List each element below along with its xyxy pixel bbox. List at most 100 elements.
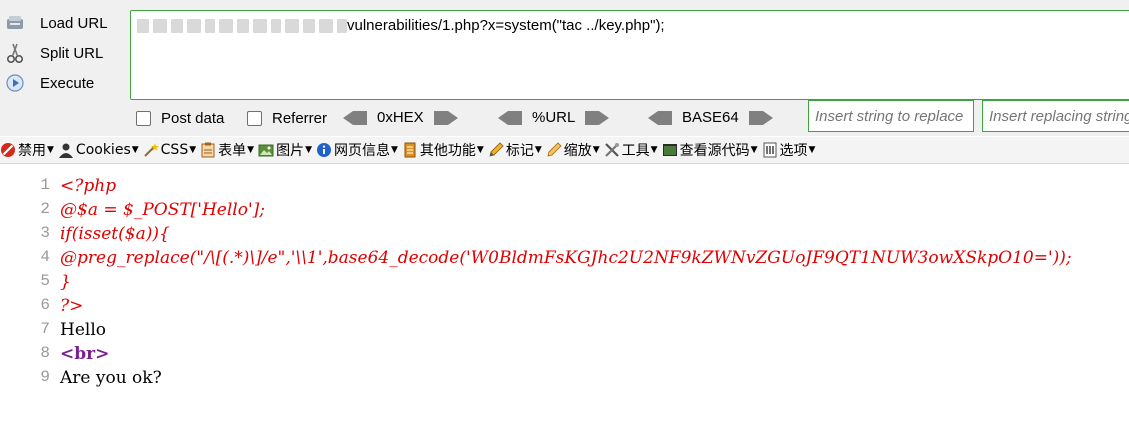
line-number: 9	[40, 368, 50, 386]
line-number: 2	[40, 200, 50, 218]
base64-label: BASE64	[682, 109, 739, 126]
split-url-label: Split URL	[40, 44, 104, 62]
toolbar-view-source[interactable]: 查看源代码 ▼	[662, 140, 758, 160]
toolbar-label: Cookies	[75, 142, 131, 158]
resize-pencil-icon	[546, 142, 562, 158]
options-icon	[762, 142, 778, 158]
toolbar-page-info[interactable]: 网页信息 ▼	[316, 140, 398, 160]
toolbar-tools[interactable]: 工具 ▼	[604, 140, 658, 160]
replace-find-input[interactable]	[808, 100, 974, 132]
dropdown-arrow-icon: ▼	[131, 145, 139, 155]
dropdown-arrow-icon: ▼	[305, 145, 312, 155]
dropdown-arrow-icon: ▼	[592, 145, 600, 155]
wand-icon	[143, 142, 159, 158]
code-text: if(isset($a)){	[60, 224, 170, 244]
toolbar-label: 网页信息	[333, 143, 390, 159]
blurred-host	[137, 19, 347, 35]
toolbar-label: 工具	[621, 143, 650, 159]
toolbar-label: 缩放	[563, 143, 592, 159]
line-number: 3	[40, 224, 50, 242]
line-number: 1	[40, 176, 50, 194]
user-icon	[58, 142, 74, 158]
execute-button[interactable]: Execute	[4, 70, 94, 96]
toolbar-label: 禁用	[18, 143, 46, 159]
code-text: Hello	[60, 320, 106, 340]
toolbar-label: 标记	[505, 143, 534, 159]
post-data-label: Post data	[161, 110, 225, 127]
toolbar-label: 查看源代码	[679, 143, 750, 159]
code-text: <?php	[60, 176, 117, 196]
hex-label: 0xHEX	[377, 109, 424, 126]
toolbar-label: 选项	[779, 143, 808, 159]
load-url-button[interactable]: Load URL	[4, 10, 108, 36]
arrow-left-icon[interactable]	[343, 110, 367, 126]
disable-icon	[0, 142, 16, 158]
play-icon	[4, 72, 26, 94]
misc-icon	[402, 142, 418, 158]
code-text: Are you ok?	[60, 368, 162, 388]
scissors-icon	[4, 42, 26, 64]
split-url-button[interactable]: Split URL	[4, 40, 103, 66]
url-encoder: %URL	[498, 109, 610, 126]
pencil-icon	[488, 142, 504, 158]
toolbar-images[interactable]: 图片 ▼	[258, 140, 312, 160]
toolbar-label: CSS	[160, 142, 189, 158]
image-icon	[258, 142, 274, 158]
code-text: @$a = $_POST['Hello'];	[60, 200, 266, 220]
source-icon	[662, 142, 678, 158]
toolbar-outline[interactable]: 标记 ▼	[488, 140, 542, 160]
dropdown-arrow-icon: ▼	[390, 145, 398, 155]
dropdown-arrow-icon: ▼	[808, 145, 816, 155]
info-icon	[316, 142, 332, 158]
toolbar-options[interactable]: 选项 ▼	[762, 140, 816, 160]
dropdown-arrow-icon: ▼	[247, 145, 255, 155]
load-url-label: Load URL	[40, 14, 108, 32]
arrow-right-icon[interactable]	[748, 110, 773, 126]
referrer-checkbox[interactable]: Referrer	[247, 110, 327, 127]
code-text: ?>	[60, 296, 84, 316]
url-textarea[interactable]: vulnerabilities/1.php?x=system("tac ../k…	[130, 10, 1129, 100]
toolbar-resize[interactable]: 缩放 ▼	[546, 140, 600, 160]
line-number: 8	[40, 344, 50, 362]
arrow-left-icon[interactable]	[498, 110, 522, 126]
toolbar-disable[interactable]: 禁用 ▼	[0, 140, 54, 160]
code-text: }	[60, 272, 71, 292]
arrow-right-icon[interactable]	[433, 110, 458, 126]
toolbar-cookies[interactable]: Cookies ▼	[58, 142, 139, 158]
arrow-right-icon[interactable]	[585, 110, 610, 126]
toolbar-misc[interactable]: 其他功能 ▼	[402, 140, 484, 160]
code-text: @preg_replace("/\[(.*)\]/e",'\\1',base64…	[60, 248, 1072, 268]
url-encode-label: %URL	[532, 109, 576, 126]
post-data-checkbox[interactable]: Post data	[136, 110, 224, 127]
form-icon	[200, 142, 216, 158]
replace-with-input[interactable]	[982, 100, 1129, 132]
dropdown-arrow-icon: ▼	[750, 145, 758, 155]
dropdown-arrow-icon: ▼	[47, 145, 54, 155]
line-number: 4	[40, 248, 50, 266]
dropdown-arrow-icon: ▼	[189, 145, 197, 155]
webdev-toolbar: 禁用 ▼ Cookies ▼ CSS ▼ 表单 ▼ 图片 ▼ 网页信息 ▼ 其他功能 ▼ 标记…	[0, 137, 1129, 164]
checkbox-box[interactable]	[247, 111, 262, 126]
dropdown-arrow-icon: ▼	[650, 145, 658, 155]
hackbar-panel: Load URL Split URL Execute vulnerabiliti…	[0, 0, 1129, 136]
line-number: 6	[40, 296, 50, 314]
load-url-icon	[4, 12, 26, 34]
toolbar-css[interactable]: CSS ▼	[143, 142, 196, 158]
dropdown-arrow-icon: ▼	[534, 145, 542, 155]
referrer-label: Referrer	[272, 110, 328, 127]
arrow-left-icon[interactable]	[648, 110, 672, 126]
dropdown-arrow-icon: ▼	[476, 145, 484, 155]
toolbar-forms[interactable]: 表单 ▼	[200, 140, 254, 160]
line-number: 7	[40, 320, 50, 338]
toolbar-label: 其他功能	[419, 143, 476, 159]
execute-label: Execute	[40, 74, 95, 92]
toolbar-label: 图片	[276, 143, 305, 159]
hex-encoder: 0xHEX	[343, 109, 458, 126]
base64-encoder: BASE64	[648, 109, 773, 126]
checkbox-box[interactable]	[136, 111, 151, 126]
line-number: 5	[40, 272, 50, 290]
tools-icon	[604, 142, 620, 158]
code-text: <br>	[60, 344, 110, 364]
toolbar-label: 表单	[218, 143, 247, 159]
url-text: vulnerabilities/1.php?x=system("tac ../k…	[347, 17, 665, 34]
